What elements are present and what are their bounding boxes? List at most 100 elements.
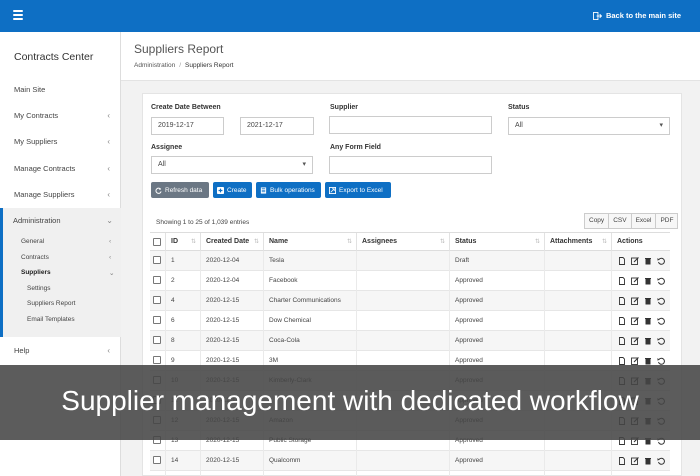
cell-assignees	[357, 291, 450, 311]
trash-icon[interactable]	[644, 337, 652, 345]
sidebar-item-manage-contracts[interactable]: Manage Contracts ‹	[0, 159, 121, 179]
row-checkbox[interactable]	[153, 276, 161, 284]
file-icon[interactable]	[618, 357, 626, 365]
row-checkbox[interactable]	[153, 356, 161, 364]
sidebar-subitem-settings[interactable]: Settings	[27, 285, 51, 292]
edit-icon[interactable]	[631, 257, 639, 265]
file-icon[interactable]	[618, 457, 626, 465]
menu-toggle-icon[interactable]	[13, 10, 23, 20]
sidebar-item-label: Administration	[13, 216, 61, 225]
edit-icon[interactable]	[631, 457, 639, 465]
pdf-button[interactable]: PDF	[655, 213, 679, 229]
cell-attachments	[545, 451, 612, 471]
restore-icon[interactable]	[657, 277, 665, 285]
cell-assignees	[357, 451, 450, 471]
sidebar-subitem-general[interactable]: General ‹	[21, 238, 111, 245]
chevron-down-icon: ⌄	[109, 270, 115, 277]
top-navbar: Back to the main site	[0, 0, 700, 32]
file-icon[interactable]	[618, 297, 626, 305]
bulk-operations-label: Bulk operations	[270, 186, 315, 194]
table-row[interactable]: 6 2020-12-15 Dow Chemical Approved	[150, 311, 670, 331]
sidebar-subitem-contracts[interactable]: Contracts ‹	[21, 254, 111, 261]
any-form-field-input[interactable]	[329, 156, 492, 174]
csv-button[interactable]: CSV	[608, 213, 632, 229]
row-checkbox[interactable]	[153, 296, 161, 304]
row-checkbox[interactable]	[153, 256, 161, 264]
column-status[interactable]: Status ⇅	[450, 233, 545, 252]
file-icon[interactable]	[618, 277, 626, 285]
caption-overlay: Supplier management with dedicated workf…	[0, 365, 700, 440]
trash-icon[interactable]	[644, 257, 652, 265]
table-row[interactable]: 14 2020-12-15 Qualcomm Approved	[150, 451, 670, 471]
trash-icon[interactable]	[644, 277, 652, 285]
bulk-operations-button[interactable]: Bulk operations	[256, 182, 321, 198]
status-label: Status	[508, 104, 530, 111]
column-created-date[interactable]: Created Date ⇅	[201, 233, 264, 252]
date-to-input[interactable]: 2021-12-17	[240, 117, 314, 135]
row-checkbox[interactable]	[153, 456, 161, 464]
edit-icon[interactable]	[631, 357, 639, 365]
column-attachments[interactable]: Attachments ⇅	[545, 233, 612, 252]
file-icon[interactable]	[618, 337, 626, 345]
edit-icon[interactable]	[631, 317, 639, 325]
sidebar-item-administration[interactable]: Administration ⌄	[0, 211, 121, 231]
sidebar-subitem-suppliers[interactable]: Suppliers ⌄	[21, 269, 114, 277]
table-row[interactable]: 4 2020-12-15 Charter Communications Approve…	[150, 291, 670, 311]
table-row[interactable]: 1 2020-12-04 Tesla Draft	[150, 251, 670, 271]
cell-assignees	[357, 271, 450, 291]
create-button[interactable]: Create	[213, 182, 252, 198]
edit-icon[interactable]	[631, 297, 639, 305]
trash-icon[interactable]	[644, 317, 652, 325]
breadcrumb-administration[interactable]: Administration	[134, 62, 175, 69]
column-name[interactable]: Name ⇅	[264, 233, 357, 252]
edit-icon[interactable]	[631, 337, 639, 345]
cell-id: 8	[166, 331, 201, 351]
file-icon[interactable]	[618, 257, 626, 265]
restore-icon[interactable]	[657, 257, 665, 265]
restore-icon[interactable]	[657, 357, 665, 365]
trash-icon[interactable]	[644, 457, 652, 465]
sidebar-item-my-suppliers[interactable]: My Suppliers ‹	[0, 132, 121, 152]
refresh-data-button[interactable]: Refresh data	[151, 182, 209, 198]
column-id[interactable]: ID ⇅	[166, 233, 201, 252]
sidebar-item-main-site[interactable]: Main Site	[0, 80, 121, 100]
select-all-checkbox[interactable]	[153, 238, 161, 246]
date-from-input[interactable]: 2019-12-17	[151, 117, 224, 135]
row-checkbox[interactable]	[153, 316, 161, 324]
sidebar-item-my-contracts[interactable]: My Contracts ‹	[0, 106, 121, 126]
table-row[interactable]: 2 2020-12-04 Facebook Approved	[150, 271, 670, 291]
edit-icon[interactable]	[631, 277, 639, 285]
excel-button[interactable]: Excel	[630, 213, 657, 229]
table-row[interactable]: 8 2020-12-15 Coca-Cola Approved	[150, 331, 670, 351]
export-to-excel-button[interactable]: Export to Excel	[325, 182, 391, 198]
sidebar-item-help[interactable]: Help ‹	[0, 341, 121, 361]
status-select[interactable]: All ▾	[508, 117, 670, 135]
copy-button[interactable]: Copy	[584, 213, 610, 229]
sidebar-item-manage-suppliers[interactable]: Manage Suppliers ‹	[0, 185, 121, 205]
restore-icon[interactable]	[657, 457, 665, 465]
table-row[interactable]: 152020-12-15 Approved	[150, 471, 670, 476]
back-to-main-site-link[interactable]: Back to the main site	[593, 11, 681, 20]
cell-date: 2020-12-15	[201, 291, 264, 311]
sort-icon: ⇅	[346, 239, 352, 245]
sidebar-subitem-suppliers-report[interactable]: Suppliers Report	[27, 300, 75, 307]
restore-icon[interactable]	[657, 317, 665, 325]
row-actions	[618, 357, 665, 365]
trash-icon[interactable]	[644, 297, 652, 305]
column-assignees[interactable]: Assignees ⇅	[357, 233, 450, 252]
supplier-input[interactable]	[329, 116, 492, 134]
assignee-label: Assignee	[151, 144, 183, 151]
cell-attachments	[545, 271, 612, 291]
row-checkbox[interactable]	[153, 336, 161, 344]
assignee-select[interactable]: All ▾	[151, 156, 313, 174]
file-icon[interactable]	[618, 317, 626, 325]
row-select-cell	[150, 291, 166, 311]
trash-icon[interactable]	[644, 357, 652, 365]
assignee-select-value: All	[158, 161, 166, 168]
cell-status: Approved	[450, 311, 545, 331]
sidebar-subitem-email-templates[interactable]: Email Templates	[27, 316, 75, 323]
restore-icon[interactable]	[657, 297, 665, 305]
restore-icon[interactable]	[657, 337, 665, 345]
sort-icon: ⇅	[190, 239, 196, 245]
sort-icon: ⇅	[253, 239, 259, 245]
